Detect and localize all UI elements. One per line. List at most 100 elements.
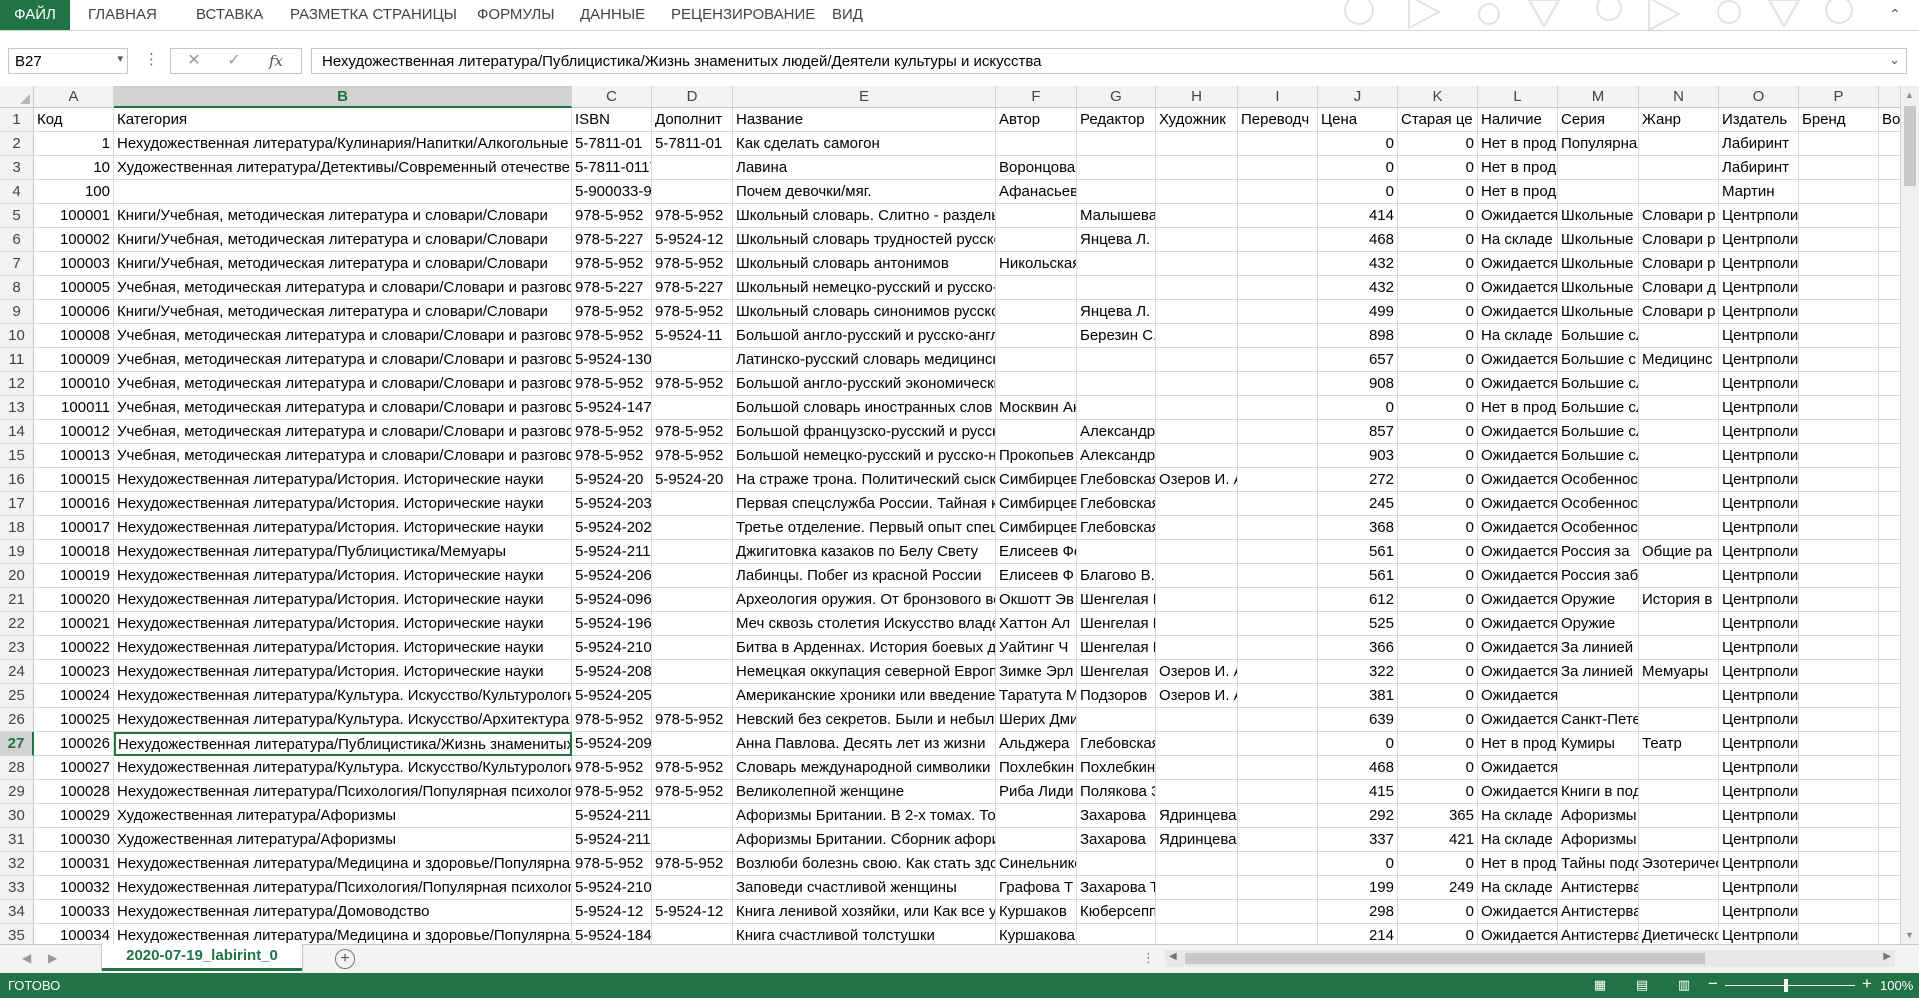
table-cell[interactable]: 5-9524-2025-7	[572, 516, 652, 540]
row-header[interactable]: 6	[0, 228, 34, 252]
table-cell[interactable]: 0	[1398, 540, 1478, 564]
table-cell[interactable]: На складе	[1478, 324, 1558, 348]
table-cell[interactable]: Ожидается	[1478, 204, 1558, 228]
row-header[interactable]: 27	[0, 732, 34, 756]
table-cell[interactable]	[1799, 756, 1879, 780]
table-cell[interactable]	[1639, 708, 1719, 732]
table-cell[interactable]: Озеров И. А.	[1156, 468, 1238, 492]
table-cell[interactable]	[1156, 540, 1238, 564]
horizontal-scrollbar[interactable]: ◀ ▶	[1165, 950, 1895, 967]
table-cell[interactable]: 100020	[34, 588, 114, 612]
table-cell[interactable]	[1156, 756, 1238, 780]
table-cell[interactable]: Таратута М	[996, 684, 1077, 708]
table-cell[interactable]: 100010	[34, 372, 114, 396]
table-cell[interactable]: 100028	[34, 780, 114, 804]
table-cell[interactable]	[1799, 708, 1879, 732]
table-cell[interactable]: 292	[1318, 804, 1398, 828]
table-cell[interactable]: Нехудожественная литература/Культура. Ис…	[114, 708, 572, 732]
ribbon-tab-5[interactable]: ДАННЫЕ	[580, 0, 645, 30]
table-cell[interactable]: 978-5-952	[572, 444, 652, 468]
header-cell[interactable]: Серия	[1558, 108, 1639, 132]
prev-sheet-icon[interactable]: ◀	[22, 951, 31, 965]
table-cell[interactable]: 978-5-952	[652, 444, 733, 468]
table-cell[interactable]: 322	[1318, 660, 1398, 684]
table-cell[interactable]	[1799, 468, 1879, 492]
table-cell[interactable]	[1799, 828, 1879, 852]
table-cell[interactable]: 978-5-952	[572, 420, 652, 444]
table-cell[interactable]: Захарова	[1077, 804, 1156, 828]
table-cell[interactable]: Особенности национального	[1558, 468, 1639, 492]
table-cell[interactable]: Центрполиграф	[1719, 204, 1799, 228]
table-cell[interactable]: Антистерва	[1558, 924, 1639, 944]
table-cell[interactable]: Нехудожественная литература/Домоводство	[114, 900, 572, 924]
table-cell[interactable]: 337	[1318, 828, 1398, 852]
table-cell[interactable]: Школьный словарь синонимов русского язык…	[733, 300, 996, 324]
vertical-scrollbar[interactable]: ▲ ▼	[1900, 86, 1919, 944]
table-cell[interactable]: Альджера	[996, 732, 1077, 756]
table-cell[interactable]	[652, 924, 733, 944]
table-cell[interactable]: Воронцова Вера, Воротников Виталий Ивано…	[996, 156, 1077, 180]
table-cell[interactable]: Центрполиграф	[1719, 468, 1799, 492]
table-cell[interactable]: 100029	[34, 804, 114, 828]
row-header[interactable]: 25	[0, 684, 34, 708]
table-cell[interactable]	[1639, 828, 1719, 852]
table-cell[interactable]: На страже трона. Политический сыск	[733, 468, 996, 492]
table-cell[interactable]: 0	[1398, 444, 1478, 468]
table-cell[interactable]: 5-7811-0117-9	[572, 156, 652, 180]
table-cell[interactable]: Школьный словарь. Слитно - раздельно	[733, 204, 996, 228]
table-cell[interactable]: 5-9524-12	[652, 900, 733, 924]
table-cell[interactable]	[996, 300, 1077, 324]
table-cell[interactable]: Большие словари	[1558, 420, 1639, 444]
table-cell[interactable]: Центрполиграф	[1719, 804, 1799, 828]
table-cell[interactable]: 100008	[34, 324, 114, 348]
table-cell[interactable]: Нет в продаже	[1478, 180, 1558, 204]
ribbon-tab-1[interactable]: ГЛАВНАЯ	[88, 0, 157, 30]
table-cell[interactable]	[1639, 324, 1719, 348]
table-cell[interactable]	[652, 180, 733, 204]
table-cell[interactable]: 978-5-952	[572, 324, 652, 348]
table-cell[interactable]: Афоризмы	[1558, 828, 1639, 852]
table-cell[interactable]: 0	[1398, 300, 1478, 324]
row-header[interactable]: 35	[0, 924, 34, 944]
chevron-down-icon[interactable]: ▾	[117, 52, 123, 65]
table-cell[interactable]: 0	[1398, 204, 1478, 228]
table-cell[interactable]: Нехудожественная литература/Медицина и з…	[114, 924, 572, 944]
table-cell[interactable]	[1238, 204, 1318, 228]
table-cell[interactable]: 908	[1318, 372, 1398, 396]
column-header-M[interactable]: M	[1558, 86, 1639, 108]
table-cell[interactable]: 0	[1318, 132, 1398, 156]
row-header[interactable]: 2	[0, 132, 34, 156]
table-cell[interactable]	[652, 588, 733, 612]
table-cell[interactable]: 0	[1398, 228, 1478, 252]
table-cell[interactable]: Нехудожественная литература/История. Ист…	[114, 660, 572, 684]
table-cell[interactable]	[1238, 492, 1318, 516]
table-cell[interactable]: Зимке Эрл	[996, 660, 1077, 684]
table-cell[interactable]: Центрполиграф	[1719, 444, 1799, 468]
row-header[interactable]: 16	[0, 468, 34, 492]
table-cell[interactable]	[1639, 156, 1719, 180]
table-cell[interactable]: 432	[1318, 276, 1398, 300]
column-header-B[interactable]: B	[114, 86, 572, 108]
table-cell[interactable]	[1156, 876, 1238, 900]
check-icon[interactable]: ✓	[219, 51, 249, 71]
table-cell[interactable]: Мемуары	[1639, 660, 1719, 684]
table-cell[interactable]	[1238, 924, 1318, 944]
table-cell[interactable]: 100006	[34, 300, 114, 324]
table-cell[interactable]: Центрполиграф	[1719, 492, 1799, 516]
table-cell[interactable]: 657	[1318, 348, 1398, 372]
table-cell[interactable]: 561	[1318, 540, 1398, 564]
column-header-E[interactable]: E	[733, 86, 996, 108]
table-cell[interactable]	[1799, 132, 1879, 156]
table-cell[interactable]: 5-7811-01	[572, 132, 652, 156]
header-cell[interactable]: Редактор	[1077, 108, 1156, 132]
table-cell[interactable]	[1156, 780, 1238, 804]
ribbon-collapse-icon[interactable]: ⌃	[1885, 4, 1905, 24]
table-cell[interactable]: 978-5-227	[572, 276, 652, 300]
table-cell[interactable]: Оружие	[1558, 612, 1639, 636]
table-cell[interactable]: 0	[1398, 252, 1478, 276]
table-cell[interactable]: 978-5-952	[652, 780, 733, 804]
table-cell[interactable]: Лавина	[733, 156, 996, 180]
table-cell[interactable]: Учебная, методическая литература и слова…	[114, 420, 572, 444]
table-cell[interactable]	[996, 204, 1077, 228]
table-cell[interactable]: Центрполиграф	[1719, 636, 1799, 660]
